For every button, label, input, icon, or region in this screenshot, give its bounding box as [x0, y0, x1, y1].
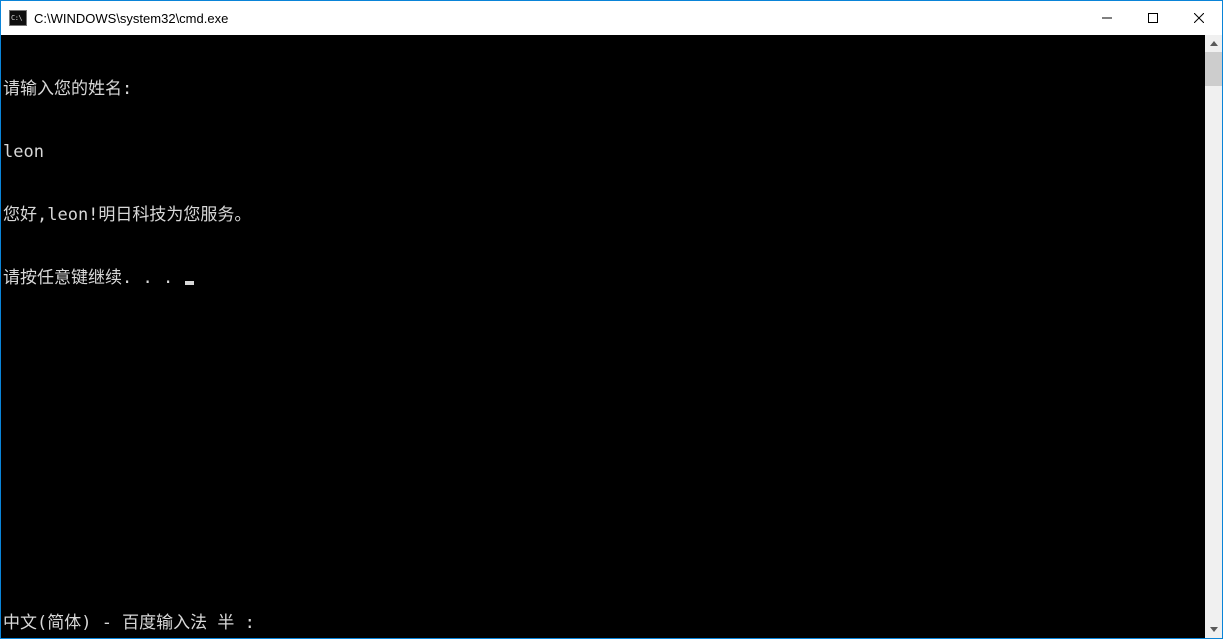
vertical-scrollbar[interactable]	[1205, 35, 1222, 638]
scroll-down-button[interactable]	[1205, 621, 1222, 638]
console-line: leon	[3, 142, 1205, 163]
scrollbar-track[interactable]	[1205, 52, 1222, 621]
cmd-icon	[9, 10, 27, 26]
console-output[interactable]: 请输入您的姓名: leon 您好,leon!明日科技为您服务。 请按任意键继续.…	[1, 35, 1205, 638]
window-title: C:\WINDOWS\system32\cmd.exe	[34, 11, 228, 26]
client-area: 请输入您的姓名: leon 您好,leon!明日科技为您服务。 请按任意键继续.…	[1, 35, 1222, 638]
maximize-button[interactable]	[1130, 1, 1176, 35]
cursor-icon	[185, 281, 194, 285]
console-line: 您好,leon!明日科技为您服务。	[3, 205, 1205, 226]
console-line: 请按任意键继续. . .	[3, 268, 1205, 289]
titlebar[interactable]: C:\WINDOWS\system32\cmd.exe	[1, 1, 1222, 35]
scroll-up-button[interactable]	[1205, 35, 1222, 52]
console-line: 请输入您的姓名:	[3, 79, 1205, 100]
scrollbar-thumb[interactable]	[1205, 52, 1222, 86]
minimize-button[interactable]	[1084, 1, 1130, 35]
ime-status: 中文(简体) - 百度输入法 半 :	[3, 613, 255, 634]
cmd-window: C:\WINDOWS\system32\cmd.exe 请输入您的姓名: leo…	[0, 0, 1223, 639]
close-button[interactable]	[1176, 1, 1222, 35]
